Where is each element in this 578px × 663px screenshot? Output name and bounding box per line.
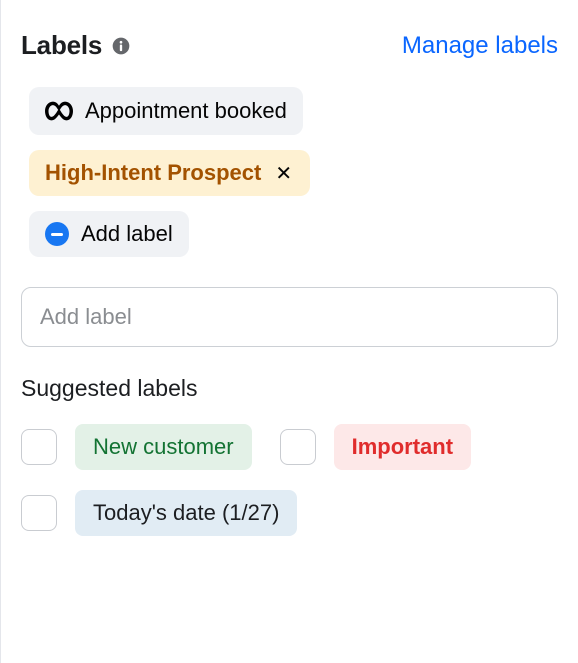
suggested-chip-text: Today's date (1/27) — [93, 500, 279, 526]
add-label-text: Add label — [81, 221, 173, 247]
suggested-item-important: Important — [280, 424, 471, 470]
checkbox[interactable] — [21, 429, 57, 465]
suggested-item-todays-date: Today's date (1/27) — [21, 490, 297, 536]
current-labels-list: Appointment booked High-Intent Prospect … — [21, 87, 558, 257]
checkbox[interactable] — [280, 429, 316, 465]
label-text: Appointment booked — [85, 98, 287, 124]
close-icon[interactable]: ✕ — [273, 161, 294, 186]
suggested-chip[interactable]: Important — [334, 424, 471, 470]
labels-title: Labels — [21, 30, 102, 61]
label-chip-appointment-booked[interactable]: Appointment booked — [29, 87, 303, 135]
checkbox[interactable] — [21, 495, 57, 531]
suggested-chip-text: Important — [352, 434, 453, 460]
labels-header: Labels Manage labels — [21, 30, 558, 61]
info-icon[interactable] — [110, 35, 132, 57]
suggested-labels-title: Suggested labels — [21, 375, 558, 402]
suggested-labels-list: New customer Important Today's date (1/2… — [21, 424, 558, 536]
add-label-input[interactable] — [21, 287, 558, 347]
suggested-item-new-customer: New customer — [21, 424, 252, 470]
suggested-chip-text: New customer — [93, 434, 234, 460]
minus-circle-icon — [45, 222, 69, 246]
meta-icon — [45, 97, 73, 125]
label-text: High-Intent Prospect — [45, 160, 261, 186]
manage-labels-link[interactable]: Manage labels — [402, 32, 558, 60]
add-label-chip[interactable]: Add label — [29, 211, 189, 257]
label-chip-high-intent-prospect[interactable]: High-Intent Prospect ✕ — [29, 150, 310, 196]
suggested-chip[interactable]: New customer — [75, 424, 252, 470]
suggested-chip[interactable]: Today's date (1/27) — [75, 490, 297, 536]
title-wrap: Labels — [21, 30, 132, 61]
